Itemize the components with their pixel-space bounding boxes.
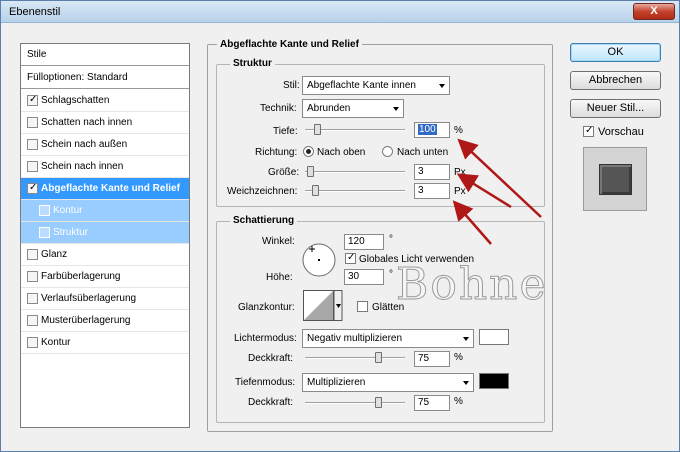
layer-style-dialog: Ebenenstil X Stile Fülloptionen: Standar… bbox=[0, 0, 680, 452]
annotation-arrows bbox=[452, 138, 542, 245]
arrow-soften bbox=[452, 200, 492, 245]
arrow-depth bbox=[457, 138, 542, 218]
